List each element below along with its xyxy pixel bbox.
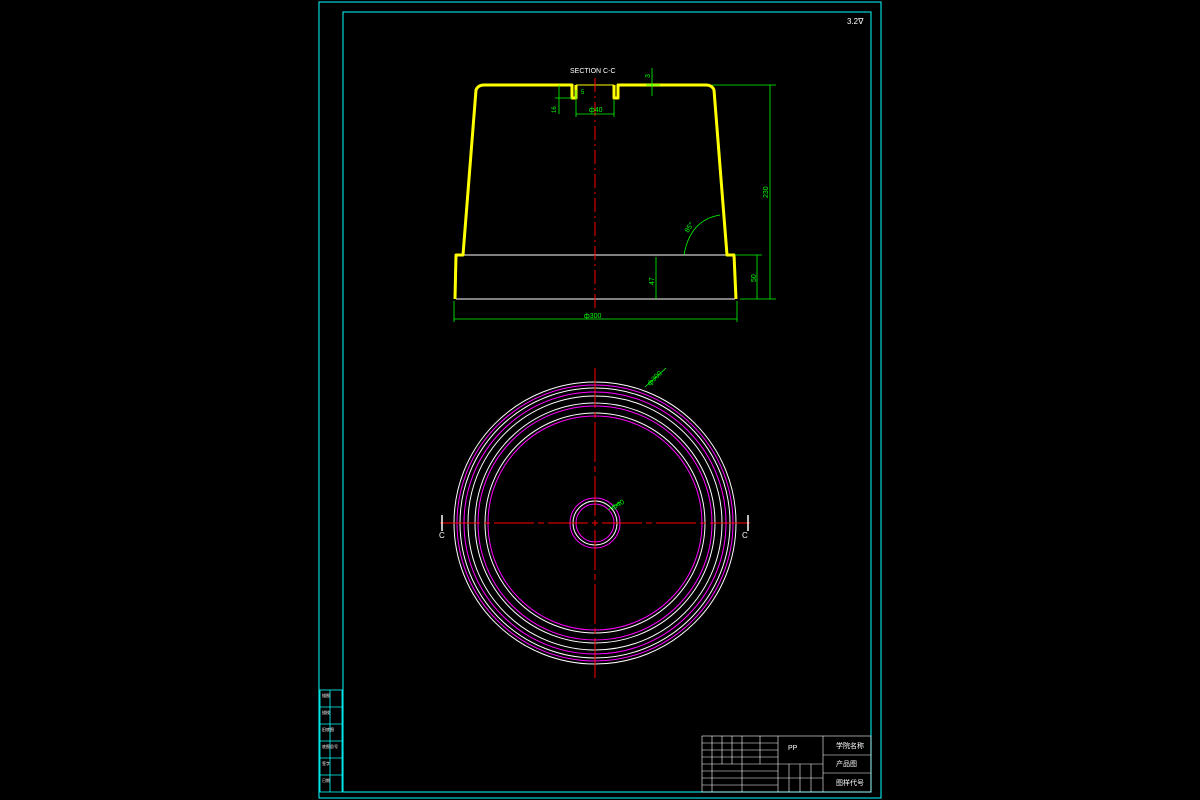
plan-outer-diameter: ф300 bbox=[646, 370, 663, 387]
side-strip-label: 描图 bbox=[322, 692, 330, 698]
dim-base-inner-height: 47 bbox=[649, 277, 656, 285]
outer-frame bbox=[318, 1, 882, 799]
material-label: PP bbox=[788, 745, 798, 752]
side-strip-label: 底图总号 bbox=[322, 743, 338, 749]
section-label-left: C bbox=[439, 531, 445, 540]
school-name: 学院名称 bbox=[836, 741, 864, 750]
section-dimension-texts: 3 5 16 ф40 230 85° 47 50 ф300 bbox=[552, 74, 770, 320]
section-view: SECTION C-C 3 5 16 ф40 230 85° 47 50 ф30… bbox=[453, 68, 776, 322]
corner-roughness-mark: 3.2∇ bbox=[847, 17, 864, 26]
cad-drawing-sheet: 3.2∇ 描图 描校 旧底图 底图总号 签字 日期 SECTION C-C 3 … bbox=[318, 1, 882, 799]
drawing-frame bbox=[318, 1, 882, 799]
dim-base-height: 50 bbox=[751, 274, 758, 282]
side-strip-label: 描校 bbox=[322, 709, 330, 715]
plan-view bbox=[440, 367, 750, 680]
dim-slot-depth: 5 bbox=[581, 90, 585, 96]
side-strip-label: 旧底图 bbox=[322, 726, 334, 732]
dim-top-thickness: 3 bbox=[645, 74, 652, 78]
section-label-right: C bbox=[742, 531, 748, 540]
dim-total-height: 230 bbox=[763, 186, 770, 198]
dim-base-diameter: ф300 bbox=[584, 313, 602, 320]
section-title: SECTION C-C bbox=[570, 68, 616, 75]
inner-frame bbox=[342, 11, 872, 793]
dim-angle: 85° bbox=[683, 221, 696, 234]
section-dimensions bbox=[453, 68, 776, 322]
drawing-number: 图样代号 bbox=[836, 778, 864, 787]
part-name: 产品图 bbox=[836, 759, 857, 768]
dim-slot-height: 16 bbox=[552, 106, 558, 113]
dim-hole-diameter: ф40 bbox=[589, 107, 603, 114]
side-strip-label: 签字 bbox=[322, 760, 330, 766]
side-strip bbox=[319, 689, 343, 793]
side-strip-label: 日期 bbox=[322, 777, 330, 783]
plan-hole-diameter: ф40 bbox=[611, 499, 626, 512]
